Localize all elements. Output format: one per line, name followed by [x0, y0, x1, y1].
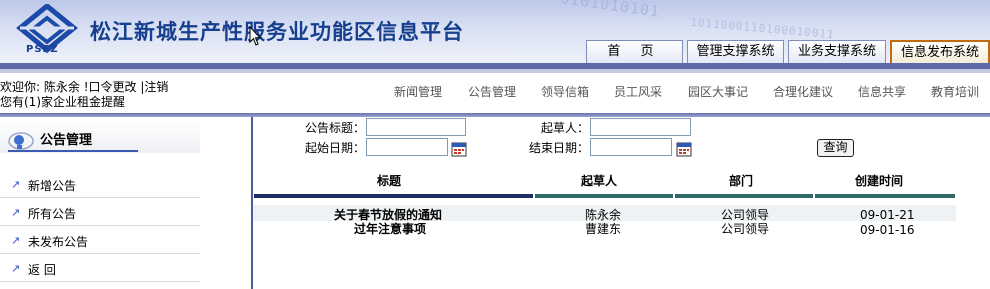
user-name: 陈永余: [43, 80, 80, 94]
change-password-link[interactable]: !口令更改: [84, 80, 137, 94]
tab-home[interactable]: 首 页: [586, 40, 683, 63]
created-time-cell: 09-01-21: [860, 208, 915, 222]
binary-decoration-2: 1011000110100010011: [689, 15, 836, 42]
column-header-drafter: 起草人: [581, 174, 618, 188]
header-rule: [815, 194, 955, 198]
nav-notice-management[interactable]: 公告管理: [468, 83, 516, 100]
sidebar-item-label: 所有公告: [28, 207, 77, 221]
start-date-label: 起始日期：: [305, 141, 366, 155]
department-cell: 公司领导: [721, 222, 770, 236]
sidebar-item-label: 新增公告: [28, 179, 77, 193]
column-header-title: 标题: [377, 174, 402, 188]
nav-staff-style[interactable]: 员工风采: [614, 83, 662, 100]
megaphone-icon: [8, 132, 34, 150]
tab-business-support[interactable]: 业务支撑系统: [788, 40, 886, 63]
arrow-icon: ↗: [11, 234, 21, 247]
nav-news-management[interactable]: 新闻管理: [394, 83, 442, 100]
sidebar-item-new-notice[interactable]: ↗ 新增公告: [0, 171, 200, 198]
title-input[interactable]: [366, 118, 466, 136]
logout-link[interactable]: 注销: [144, 80, 168, 94]
sidebar-item-label: 返 回: [28, 263, 56, 277]
sidebar-item-unpublished-notices[interactable]: ↗ 未发布公告: [0, 227, 200, 254]
sidebar-item-label: 未发布公告: [28, 235, 89, 249]
column-header-created-time: 创建时间: [855, 174, 904, 188]
notice-title-link[interactable]: 过年注意事项: [354, 220, 426, 237]
header-rule: [254, 194, 533, 198]
query-button[interactable]: 查询: [817, 139, 854, 157]
logo-text: PSFZ: [26, 44, 59, 55]
welcome-prefix: 欢迎你:: [0, 80, 44, 94]
tab-info-publish[interactable]: 信息发布系统: [890, 40, 990, 63]
arrow-icon: ↗: [11, 206, 21, 219]
header-rule: [535, 194, 673, 198]
sidebar-item-all-notices[interactable]: ↗ 所有公告: [0, 199, 200, 226]
drafter-cell: 曹建东: [585, 222, 622, 236]
user-bar: 欢迎你: 陈永余 !口令更改 |注销 您有(1)家企业租金提醒: [0, 80, 168, 110]
column-header-department: 部门: [729, 174, 754, 188]
sidebar-divider: [251, 117, 253, 289]
header-rule: [675, 194, 813, 198]
tab-management-support[interactable]: 管理支撑系统: [687, 40, 784, 63]
end-date-input[interactable]: [590, 138, 672, 156]
nav-education-training[interactable]: 教育培训: [931, 83, 979, 100]
nav-info-sharing[interactable]: 信息共享: [858, 83, 906, 100]
start-date-input[interactable]: [366, 138, 448, 156]
arrow-icon: ↗: [11, 262, 21, 275]
site-header: 0101010101 1011000110100010011 PSFZ 松江新城…: [0, 0, 990, 63]
site-title: 松江新城生产性服务业功能区信息平台: [90, 20, 464, 44]
sidebar-item-back[interactable]: ↗ 返 回: [0, 255, 200, 282]
header-divider-light: [0, 69, 990, 73]
created-time-cell: 09-01-16: [860, 223, 915, 237]
end-date-label: 结束日期：: [529, 141, 590, 155]
calendar-icon[interactable]: [676, 141, 692, 157]
arrow-icon: ↗: [11, 178, 21, 191]
nav-leader-mailbox[interactable]: 领导信箱: [541, 83, 589, 100]
rent-reminder-link[interactable]: 您有(1)家企业租金提醒: [0, 95, 168, 110]
binary-decoration: 0101010101: [559, 0, 662, 21]
calendar-icon[interactable]: [451, 141, 467, 157]
drafter-input[interactable]: [590, 118, 691, 136]
sidebar-title-underline: [8, 150, 138, 152]
nav-suggestions[interactable]: 合理化建议: [773, 83, 833, 100]
nav-park-events[interactable]: 园区大事记: [688, 83, 748, 100]
mouse-cursor-icon: [249, 26, 261, 46]
sidebar-header: 公告管理: [0, 119, 200, 153]
drafter-label: 起草人：: [541, 121, 590, 135]
sidebar: 公告管理 ↗ 新增公告 ↗ 所有公告 ↗ 未发布公告 ↗ 返 回: [0, 117, 251, 289]
title-label: 公告标题：: [305, 121, 366, 135]
sidebar-title: 公告管理: [40, 133, 93, 148]
